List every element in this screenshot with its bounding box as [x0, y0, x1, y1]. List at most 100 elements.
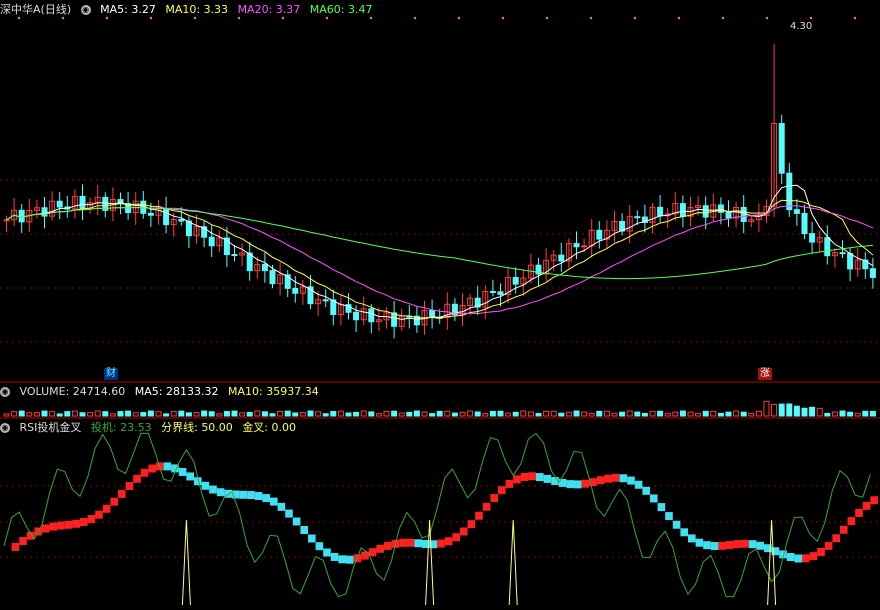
volume-settings-icon[interactable]: ◉ — [0, 387, 10, 397]
candle-body — [269, 270, 276, 285]
volume-bar — [679, 410, 686, 417]
volume-bar — [155, 411, 162, 417]
rsi-step — [672, 520, 681, 529]
rsi-step — [323, 548, 331, 557]
rsi-title: RSI投机金叉 — [19, 421, 82, 434]
volume-bar — [109, 413, 116, 417]
rsi-step — [490, 494, 498, 503]
volume-bar — [657, 410, 664, 417]
rsi-spec-line — [3, 432, 871, 598]
volume-bar — [201, 410, 208, 417]
volume-bar — [793, 405, 800, 417]
volume-bar — [125, 410, 132, 417]
rsi-step — [384, 541, 392, 550]
candle-body — [56, 200, 63, 208]
rsi-cross-legend: 金叉: 0.00 — [242, 421, 297, 434]
rsi-step — [513, 475, 521, 484]
rsi-step — [209, 485, 217, 494]
rsi-panel-header: ◉ RSI投机金叉 投机: 23.53 分界线: 50.00 金叉: 0.00 — [0, 420, 302, 436]
rsi-step — [475, 511, 483, 520]
rsi-step — [19, 537, 27, 546]
volume-bar — [687, 411, 694, 417]
volume-bar — [869, 410, 876, 417]
candle-body — [839, 252, 846, 255]
volume-bar — [299, 411, 306, 417]
volume-bar — [489, 410, 496, 417]
volume-bar — [558, 412, 565, 417]
rsi-step — [786, 553, 795, 562]
rsi-step — [627, 476, 635, 485]
rsi-step — [741, 539, 749, 548]
volume-bar — [543, 410, 550, 417]
volume-bar — [535, 412, 542, 417]
candle-body — [634, 216, 641, 219]
rsi-step — [163, 462, 172, 471]
rsi-step — [703, 541, 711, 550]
volume-bar — [11, 411, 18, 417]
marker-cai[interactable]: 财 — [104, 368, 118, 380]
volume-bar — [26, 412, 33, 417]
volume-bar — [193, 412, 200, 417]
rsi-step — [133, 474, 141, 483]
volume-bar — [398, 412, 405, 417]
candle-body — [793, 209, 800, 214]
volume-bar — [801, 407, 808, 417]
volume-bar — [748, 412, 755, 417]
volume-bar — [824, 412, 831, 417]
volume-bar — [839, 410, 846, 417]
rsi-step — [840, 525, 848, 534]
volume-bar — [49, 411, 56, 417]
volume-bar — [185, 412, 192, 417]
rsi-step — [596, 476, 605, 485]
rsi-step — [794, 554, 802, 563]
volume-bar — [406, 411, 413, 417]
marker-dot — [854, 17, 856, 19]
rsi-step — [824, 541, 833, 550]
rsi-step — [870, 496, 878, 505]
rsi-step — [536, 473, 544, 482]
rsi-step — [57, 521, 65, 530]
candle-body — [178, 219, 185, 222]
rsi-step — [216, 488, 225, 497]
golden-cross-spike — [508, 519, 518, 606]
candle-body — [322, 299, 329, 302]
volume-bar — [307, 410, 314, 417]
volume-bar — [641, 412, 648, 417]
volume-bar — [246, 411, 253, 417]
rsi-step — [467, 520, 476, 529]
volume-bar — [375, 413, 382, 417]
rsi-step — [315, 542, 324, 551]
rsi-step — [186, 472, 194, 481]
marker-dot — [458, 17, 460, 19]
volume-bar — [368, 411, 375, 417]
candle-body — [702, 205, 709, 218]
candle-body — [208, 236, 215, 247]
rsi-step — [574, 480, 582, 489]
rsi-step — [262, 494, 270, 503]
rsi-step — [42, 524, 50, 533]
rsi-step — [756, 541, 764, 550]
rsi-settings-icon[interactable]: ◉ — [0, 423, 10, 433]
rsi-step — [619, 474, 628, 483]
candle-body — [489, 290, 496, 293]
rsi-step — [688, 534, 696, 543]
marker-dot — [502, 17, 504, 19]
volume-bar — [33, 412, 40, 417]
rsi-step — [148, 464, 156, 473]
rsi-step — [376, 544, 384, 553]
volume-bar — [56, 413, 63, 417]
volume-bar — [94, 410, 101, 417]
volume-bar — [322, 413, 329, 417]
settings-circle-icon[interactable]: ◉ — [80, 5, 91, 15]
volume-bar — [436, 410, 443, 417]
volume-bar — [64, 411, 71, 417]
volume-bar — [497, 410, 504, 417]
rsi-step — [733, 540, 742, 549]
rsi-step — [277, 502, 286, 511]
candle-body — [869, 268, 876, 278]
rsi-step — [72, 519, 80, 528]
volume-bar — [41, 410, 48, 417]
volume-bar — [733, 410, 740, 417]
marker-zhang[interactable]: 涨 — [758, 368, 772, 380]
volume-bar — [672, 411, 679, 417]
